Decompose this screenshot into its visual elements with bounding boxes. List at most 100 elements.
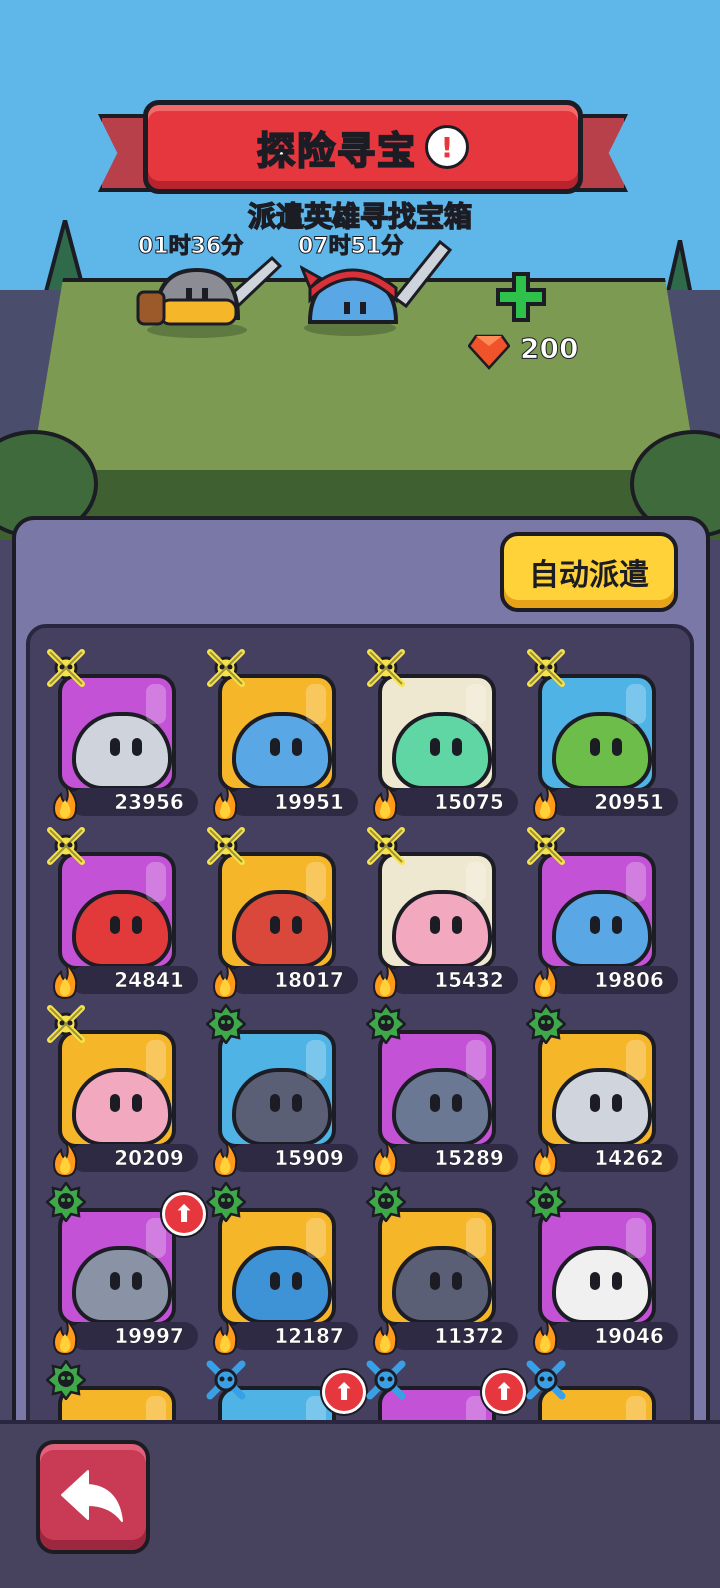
flame-icon [52,1139,78,1178]
hero-eye [110,916,120,934]
skull-bones-icon [207,649,245,687]
hero-power: 19046 [594,1324,664,1349]
skull-bones-icon [207,827,245,865]
slot-gem-cost: 200 [519,332,579,366]
portrait-glare [146,1040,166,1080]
hero-card[interactable]: 15909 [204,1004,358,1178]
knight-hero[interactable] [132,248,282,338]
blue-skull-icon [526,1360,566,1400]
hero-portrait [378,852,496,970]
hero-power: 20209 [114,1146,184,1171]
power-bar: 15432 [390,966,518,994]
flame-icon [372,783,398,822]
green-skull-icon [46,1360,86,1400]
power-bar: 11372 [390,1322,518,1350]
portrait-glare [626,1218,646,1258]
blue-skull-icon [206,1360,246,1400]
hero-card[interactable]: 15432 [364,826,518,1000]
hero-eye [430,916,440,934]
hero-portrait [218,852,336,970]
hero-eye [430,1094,440,1112]
green-skull-icon [526,1182,566,1222]
green-skull-icon [526,1004,566,1044]
power-bar: 14262 [550,1144,678,1172]
portrait-glare [466,1218,486,1258]
blue-skull-icon [366,1360,406,1400]
hero-portrait [538,1208,656,1326]
upgrade-arrow-icon: ⬆ [482,1370,526,1414]
back-button[interactable] [36,1440,150,1554]
skull-bones-icon [527,827,565,865]
hero-portrait [58,1208,176,1326]
hero-card[interactable]: ⬆ 19997 [44,1182,206,1356]
hero-power: 19806 [594,968,664,993]
hero-card[interactable]: 20209 [44,1004,198,1178]
flame-icon [372,961,398,1000]
flame-icon [532,1317,558,1356]
hero-portrait [378,1030,496,1148]
plus-icon[interactable] [494,270,548,324]
hero-card[interactable]: 24841 [44,826,198,1000]
viking-hero[interactable] [300,238,460,338]
upgrade-arrow-icon: ⬆ [162,1192,206,1236]
green-skull-icon [46,1182,86,1222]
hero-card[interactable]: 23956 [44,648,198,822]
portrait-glare [626,862,646,902]
flame-icon [52,783,78,822]
flame-icon [52,1317,78,1356]
hero-portrait [538,1030,656,1148]
flame-icon [52,961,78,1000]
hero-eye [590,738,600,756]
hero-portrait [378,1208,496,1326]
hero-eye [452,1272,462,1290]
portrait-glare [306,1218,326,1258]
hero-card[interactable]: 18017 [204,826,358,1000]
hero-card[interactable]: 19951 [204,648,358,822]
title-banner: 探险寻宝 ! [143,100,583,194]
hero-power: 19997 [114,1324,184,1349]
hero-power: 14262 [594,1146,664,1171]
power-bar: 15289 [390,1144,518,1172]
hero-eye [270,916,280,934]
flame-icon [212,1139,238,1178]
back-arrow-icon [61,1470,123,1522]
hero-card[interactable]: 14262 [524,1004,678,1178]
hero-power: 11372 [434,1324,504,1349]
hero-eye [292,916,302,934]
flame-icon [372,1317,398,1356]
flame-icon [212,1317,238,1356]
portrait-glare [146,1218,166,1258]
power-bar: 20951 [550,788,678,816]
flame-icon [212,961,238,1000]
green-skull-icon [206,1182,246,1222]
green-skull-icon [366,1004,406,1044]
hero-power: 15075 [434,790,504,815]
portrait-glare [306,1040,326,1080]
hero-card[interactable]: 20951 [524,648,678,822]
hero-card[interactable]: 19046 [524,1182,678,1356]
hero-eye [292,1272,302,1290]
hero-eye [430,738,440,756]
power-bar: 19997 [70,1322,198,1350]
hero-power: 15909 [274,1146,344,1171]
hero-card[interactable]: 12187 [204,1182,358,1356]
hero-portrait [378,674,496,792]
hero-card[interactable]: 11372 [364,1182,518,1356]
hero-portrait [218,674,336,792]
hero-eye [452,738,462,756]
alert-icon[interactable]: ! [425,125,469,169]
portrait-glare [466,1040,486,1080]
hero-card[interactable]: 15075 [364,648,518,822]
portrait-glare [466,862,486,902]
hero-eye [110,1094,120,1112]
skull-bones-icon [367,649,405,687]
hero-power: 15289 [434,1146,504,1171]
power-bar: 15075 [390,788,518,816]
hero-power: 23956 [114,790,184,815]
hero-card[interactable]: 15289 [364,1004,518,1178]
auto-dispatch-button[interactable]: 自动派遣 [500,532,678,612]
skull-bones-icon [47,1005,85,1043]
skull-bones-icon [367,827,405,865]
hero-card[interactable]: 19806 [524,826,678,1000]
flame-icon [532,783,558,822]
